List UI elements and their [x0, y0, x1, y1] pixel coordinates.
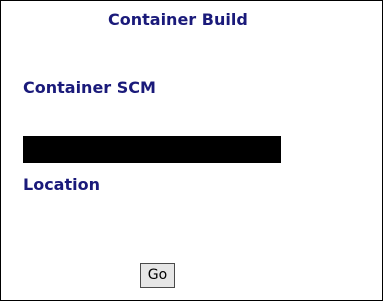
container-scm-label: Container SCM	[23, 78, 156, 97]
go-button[interactable]: Go	[140, 263, 175, 288]
container-scm-input[interactable]	[23, 136, 281, 163]
page-title: Container Build	[108, 10, 248, 29]
app-window: Container Build Container SCM Location G…	[0, 0, 383, 301]
location-label: Location	[23, 175, 100, 194]
